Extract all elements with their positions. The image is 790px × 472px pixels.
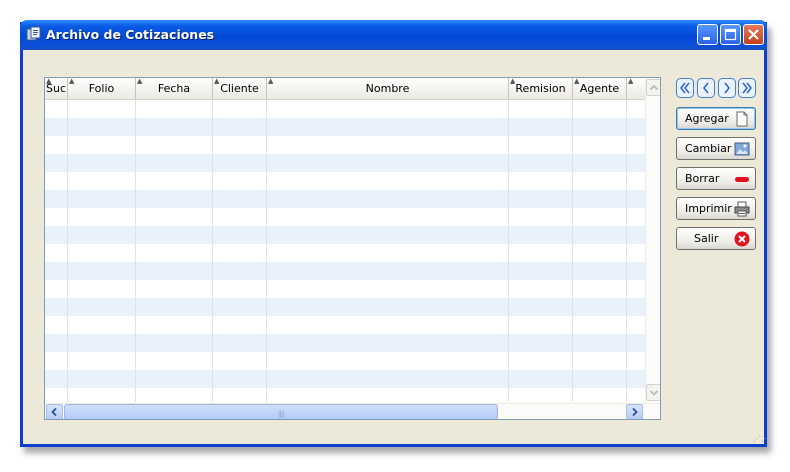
printer-icon	[734, 201, 750, 217]
horizontal-scroll-thumb[interactable]: ||||	[64, 404, 498, 419]
column-divider	[508, 100, 509, 402]
sort-icon: ▲	[628, 77, 634, 85]
vertical-scrollbar[interactable]	[645, 78, 660, 402]
sort-icon: ▲	[214, 77, 220, 85]
change-button[interactable]: Cambiar	[676, 137, 756, 160]
add-button-label: Agregar	[685, 112, 729, 125]
exit-button[interactable]: Salir	[676, 227, 756, 250]
sort-icon: ▲	[510, 77, 516, 85]
title-bar[interactable]: Archivo de Cotizaciones	[20, 20, 767, 50]
column-header-fecha[interactable]: ▲ Fecha	[136, 78, 213, 99]
first-record-button[interactable]	[676, 78, 694, 98]
column-header-cliente[interactable]: ▲ Cliente	[213, 78, 267, 99]
sort-icon: ▲	[137, 77, 143, 85]
close-button[interactable]	[743, 24, 764, 45]
app-icon	[26, 26, 42, 42]
minus-icon	[734, 171, 750, 187]
sort-icon: ▲	[69, 77, 75, 85]
sort-icon: ▲	[46, 77, 52, 85]
column-label: Agente	[579, 82, 620, 95]
last-record-button[interactable]	[738, 78, 756, 98]
quotes-window: Archivo de Cotizaciones ▲ Suc ▲ Folio ▲ …	[20, 20, 769, 447]
minimize-button[interactable]	[697, 24, 718, 45]
change-button-label: Cambiar	[685, 142, 732, 155]
grip-icon: ||||	[278, 410, 285, 418]
column-header-agente[interactable]: ▲ Agente	[573, 78, 627, 99]
last-record-icon	[738, 78, 756, 98]
print-button-label: Imprimir	[685, 202, 732, 215]
next-record-button[interactable]	[718, 78, 736, 98]
column-divider	[626, 100, 627, 402]
column-label: Folio	[88, 82, 115, 95]
exit-button-label: Salir	[694, 232, 719, 245]
previous-record-button[interactable]	[697, 78, 715, 98]
quotes-table[interactable]: ▲ Suc ▲ Folio ▲ Fecha ▲ Cliente ▲ Nombre…	[44, 77, 661, 420]
horizontal-scrollbar[interactable]: ||||	[45, 403, 660, 419]
column-label: Cliente	[220, 82, 259, 95]
add-button[interactable]: Agregar	[676, 107, 756, 130]
column-label: Remision	[515, 82, 566, 95]
previous-record-icon	[697, 78, 715, 98]
window-title: Archivo de Cotizaciones	[46, 27, 215, 42]
scroll-right-button[interactable]	[626, 404, 643, 419]
maximize-button[interactable]	[720, 24, 741, 45]
sort-icon: ▲	[268, 77, 274, 85]
first-record-icon	[676, 78, 694, 98]
print-button[interactable]: Imprimir	[676, 197, 756, 220]
column-divider	[572, 100, 573, 402]
column-divider	[266, 100, 267, 402]
resize-grip-icon[interactable]: ⋰⋰	[753, 434, 769, 443]
column-divider	[67, 100, 68, 402]
column-divider	[135, 100, 136, 402]
close-circle-icon	[734, 231, 750, 247]
column-header-suc[interactable]: ▲ Suc	[45, 78, 68, 99]
next-record-icon	[718, 78, 736, 98]
delete-button[interactable]: Borrar	[676, 167, 756, 190]
delete-button-label: Borrar	[685, 172, 720, 185]
scroll-left-button[interactable]	[46, 404, 63, 419]
table-header: ▲ Suc ▲ Folio ▲ Fecha ▲ Cliente ▲ Nombre…	[45, 78, 645, 100]
scroll-up-button[interactable]	[646, 79, 660, 96]
column-divider	[212, 100, 213, 402]
column-label: Nombre	[365, 82, 410, 95]
column-header-extra[interactable]: ▲	[627, 78, 645, 99]
table-body[interactable]	[45, 100, 645, 402]
column-header-nombre[interactable]: ▲ Nombre	[267, 78, 509, 99]
column-header-remision[interactable]: ▲ Remision	[509, 78, 573, 99]
column-label: Fecha	[157, 82, 191, 95]
edit-picture-icon	[734, 141, 750, 157]
column-header-folio[interactable]: ▲ Folio	[68, 78, 136, 99]
sort-icon: ▲	[574, 77, 580, 85]
new-document-icon	[734, 111, 750, 127]
scroll-down-button[interactable]	[646, 384, 660, 401]
